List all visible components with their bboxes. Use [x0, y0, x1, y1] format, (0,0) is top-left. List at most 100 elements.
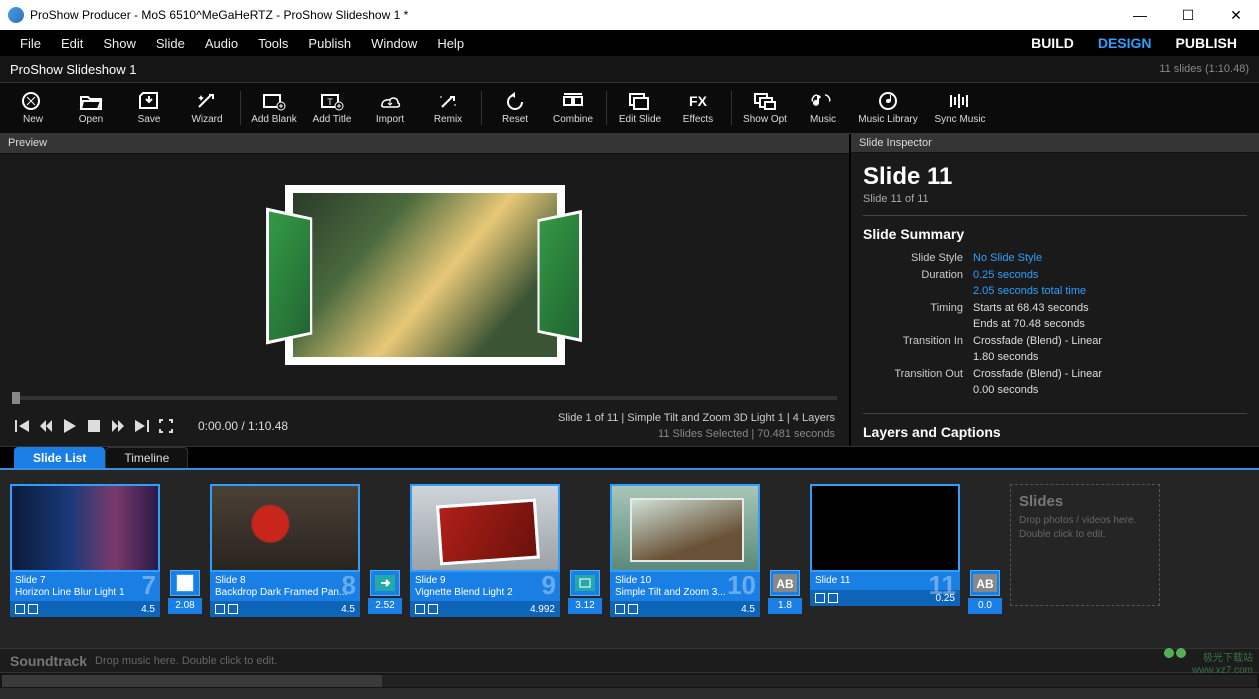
combine-button[interactable]: Combine: [544, 85, 602, 131]
go-start-icon[interactable]: [14, 418, 30, 434]
close-button[interactable]: ✕: [1221, 7, 1251, 24]
preview-scrubber[interactable]: [0, 396, 849, 406]
save-button[interactable]: Save: [120, 85, 178, 131]
toolbar-label: New: [23, 114, 43, 125]
transition-duration[interactable]: 0.0: [968, 598, 1002, 614]
slide-layers-icon[interactable]: [828, 593, 838, 603]
slide-thumb[interactable]: [10, 484, 160, 572]
preview-viewport[interactable]: [0, 154, 849, 396]
transition-icon[interactable]: [570, 570, 600, 596]
transition-icon[interactable]: AB: [970, 570, 1000, 596]
toolbar-label: Add Title: [313, 114, 352, 125]
slide-title: Slide 8: [210, 572, 360, 587]
step-fwd-icon[interactable]: [110, 418, 126, 434]
insp-timing-v2: Ends at 70.48 seconds: [973, 316, 1085, 333]
edit-slide-button[interactable]: Edit Slide: [611, 85, 669, 131]
transition-icon[interactable]: [370, 570, 400, 596]
inspector-header: Slide Inspector: [851, 134, 1259, 153]
wizard-button[interactable]: Wizard: [178, 85, 236, 131]
mode-build[interactable]: BUILD: [1019, 35, 1086, 51]
slide-play-icon[interactable]: [415, 604, 425, 614]
slide-duration[interactable]: 4.5: [341, 604, 355, 615]
transition-item[interactable]: 2.08: [168, 484, 202, 644]
slide-duration[interactable]: 4.5: [141, 604, 155, 615]
insp-tin-v2: 1.80 seconds: [973, 349, 1038, 366]
soundtrack-bar[interactable]: Soundtrack Drop music here. Double click…: [0, 648, 1259, 672]
reset-button[interactable]: Reset: [486, 85, 544, 131]
fullscreen-icon[interactable]: [158, 418, 174, 434]
add-title-button[interactable]: TAdd Title: [303, 85, 361, 131]
import-button[interactable]: Import: [361, 85, 419, 131]
effects-button[interactable]: FXEffects: [669, 85, 727, 131]
show-opt-button[interactable]: Show Opt: [736, 85, 794, 131]
transition-item[interactable]: AB 1.8: [768, 484, 802, 644]
menu-publish[interactable]: Publish: [298, 36, 361, 51]
minimize-button[interactable]: —: [1125, 7, 1155, 24]
play-icon[interactable]: [62, 418, 78, 434]
transition-item[interactable]: 3.12: [568, 484, 602, 644]
music-button[interactable]: Music: [794, 85, 852, 131]
menu-edit[interactable]: Edit: [51, 36, 93, 51]
slide-item[interactable]: Slide 7Horizon Line Blur Light 174.5: [10, 484, 160, 644]
slide-play-icon[interactable]: [15, 604, 25, 614]
music-library-icon: [876, 91, 900, 111]
slide-style: Horizon Line Blur Light 1: [10, 587, 160, 601]
slide-play-icon[interactable]: [615, 604, 625, 614]
insp-duration-link2[interactable]: 2.05 seconds total time: [973, 285, 1086, 297]
transition-icon[interactable]: [170, 570, 200, 596]
slide-play-icon[interactable]: [815, 593, 825, 603]
slide-thumb[interactable]: [410, 484, 560, 572]
slide-item[interactable]: Slide 10Simple Tilt and Zoom 3...104.5: [610, 484, 760, 644]
slide-thumb[interactable]: [810, 484, 960, 572]
slides-dropzone[interactable]: SlidesDrop photos / videos here.Double c…: [1010, 484, 1160, 606]
tab-timeline[interactable]: Timeline: [105, 447, 188, 468]
mode-design[interactable]: DESIGN: [1086, 35, 1164, 51]
slide-layers-icon[interactable]: [28, 604, 38, 614]
music-library-button[interactable]: Music Library: [852, 85, 924, 131]
menu-show[interactable]: Show: [93, 36, 146, 51]
add-blank-button[interactable]: Add Blank: [245, 85, 303, 131]
open-button[interactable]: Open: [62, 85, 120, 131]
insp-style-link[interactable]: No Slide Style: [973, 252, 1042, 264]
slide-item[interactable]: Slide 9Vignette Blend Light 294.992: [410, 484, 560, 644]
step-back-icon[interactable]: [38, 418, 54, 434]
mode-publish[interactable]: PUBLISH: [1164, 35, 1249, 51]
go-end-icon[interactable]: [134, 418, 150, 434]
menu-slide[interactable]: Slide: [146, 36, 195, 51]
combine-icon: [561, 91, 585, 111]
insp-duration-link1[interactable]: 0.25 seconds: [973, 269, 1038, 281]
slide-thumb[interactable]: [210, 484, 360, 572]
menu-file[interactable]: File: [10, 36, 51, 51]
slide-info: Slide 10Simple Tilt and Zoom 3...104.5: [610, 572, 760, 617]
transition-duration[interactable]: 2.52: [368, 598, 402, 614]
new-button[interactable]: New: [4, 85, 62, 131]
slide-thumb[interactable]: [610, 484, 760, 572]
slide-number: 8: [342, 572, 356, 598]
remix-button[interactable]: Remix: [419, 85, 477, 131]
transition-duration[interactable]: 3.12: [568, 598, 602, 614]
menu-audio[interactable]: Audio: [195, 36, 248, 51]
slide-item[interactable]: Slide 8Backdrop Dark Framed Pan...84.5: [210, 484, 360, 644]
slide-item[interactable]: Slide 11110.25: [810, 484, 960, 644]
slide-duration[interactable]: 4.992: [530, 604, 555, 615]
slide-layers-icon[interactable]: [228, 604, 238, 614]
tab-slide-list[interactable]: Slide List: [14, 447, 105, 468]
horizontal-scrollbar[interactable]: [0, 672, 1259, 688]
maximize-button[interactable]: ☐: [1173, 7, 1203, 24]
slide-play-icon[interactable]: [215, 604, 225, 614]
transition-item[interactable]: AB 0.0: [968, 484, 1002, 644]
inspector-layers-heading: Layers and Captions: [863, 424, 1247, 440]
transition-duration[interactable]: 2.08: [168, 598, 202, 614]
slide-layers-icon[interactable]: [428, 604, 438, 614]
menu-help[interactable]: Help: [427, 36, 474, 51]
transition-item[interactable]: 2.52: [368, 484, 402, 644]
transition-duration[interactable]: 1.8: [768, 598, 802, 614]
slide-layers-icon[interactable]: [628, 604, 638, 614]
transition-icon[interactable]: AB: [770, 570, 800, 596]
slide-duration[interactable]: 4.5: [741, 604, 755, 615]
menu-window[interactable]: Window: [361, 36, 427, 51]
menu-tools[interactable]: Tools: [248, 36, 298, 51]
stop-icon[interactable]: [86, 418, 102, 434]
sync-music-button[interactable]: Sync Music: [924, 85, 996, 131]
open-icon: [79, 91, 103, 111]
